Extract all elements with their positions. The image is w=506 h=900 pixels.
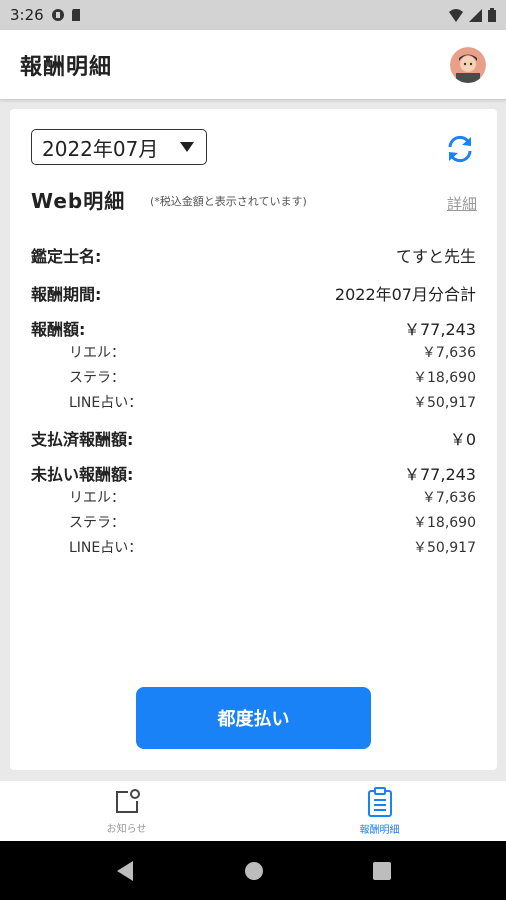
nav-label-notifications: お知らせ [106,823,147,835]
unpaid-label: 未払い報酬額: [31,465,134,484]
paid-row: 支払済報酬額: ￥0 [31,426,476,450]
period-label: 報酬期間: [31,285,102,304]
battery-icon [488,8,496,22]
period-row: 報酬期間: 2022年07月分合計 [31,281,476,305]
wifi-icon [449,8,463,22]
status-time: 3:26 [10,6,44,24]
system-nav-bar [0,841,506,900]
paid-label: 支払済報酬額: [31,430,134,449]
reward-item-label: リエル： [69,345,125,361]
unpaid-item-label: ステラ： [69,515,125,531]
back-icon[interactable] [115,860,135,882]
reward-row: 報酬額: ￥77,243 [31,316,476,340]
reward-item-value: ￥50,917 [413,395,476,411]
unpaid-item-label: LINE占い： [69,540,143,556]
month-select[interactable]: 2022年07月 [31,129,207,165]
vpn-status-icon [51,9,64,21]
reward-value: ￥77,243 [404,320,476,339]
reward-item-row: LINE占い： ￥50,917 [31,392,476,412]
reward-item-value: ￥18,690 [413,370,476,386]
unpaid-item-row: リエル： ￥7,636 [31,487,476,507]
avatar-icon [450,46,486,83]
signal-icon [469,8,482,22]
unpaid-item-row: ステラ： ￥18,690 [31,512,476,532]
nav-item-statement[interactable]: 報酬明細 [253,781,506,841]
reward-item-label: LINE占い： [69,395,143,411]
reward-item-label: ステラ： [69,370,125,386]
avatar[interactable] [450,46,486,83]
reward-item-row: リエル： ￥7,636 [31,342,476,362]
sd-card-icon [71,9,80,21]
period-value: 2022年07月分合計 [334,285,476,304]
appraiser-label: 鑑定士名: [31,247,102,266]
nav-item-notifications[interactable]: お知らせ [0,781,253,841]
month-select-value: 2022年07月 [42,136,159,161]
recents-icon[interactable] [373,861,392,880]
reward-label: 報酬額: [31,320,86,339]
web-statement-title: Web明細 [31,189,126,213]
home-icon[interactable] [244,861,264,881]
unpaid-item-value: ￥7,636 [421,490,476,506]
refresh-icon[interactable] [444,133,476,165]
unpaid-row: 未払い報酬額: ￥77,243 [31,461,476,485]
status-bar: 3:26 [0,0,506,30]
appraiser-row: 鑑定士名: てすと先生 [31,243,476,267]
unpaid-item-row: LINE占い： ￥50,917 [31,537,476,557]
detail-link[interactable]: 詳細 [447,193,477,214]
tax-note: (*税込金額と表示されています) [150,195,307,208]
notification-icon [115,788,140,813]
reward-item-value: ￥7,636 [421,345,476,361]
unpaid-item-label: リエル： [69,490,125,506]
app-bar: 報酬明細 [0,30,506,100]
statement-card: 2022年07月 Web明細 (*税込金額と表示されています) 詳細 鑑定士名:… [10,109,497,770]
status-indicators [449,8,496,22]
nav-label-statement: 報酬明細 [359,824,400,836]
clipboard-icon [367,786,392,817]
bottom-nav: お知らせ 報酬明細 [0,781,506,841]
unpaid-item-value: ￥18,690 [413,515,476,531]
appraiser-value: てすと先生 [395,247,476,266]
pay-now-button[interactable]: 都度払い [136,687,371,749]
page-title: 報酬明細 [20,54,113,80]
paid-value: ￥0 [449,430,476,449]
unpaid-item-value: ￥50,917 [413,540,476,556]
dropdown-caret-icon [180,142,194,152]
reward-item-row: ステラ： ￥18,690 [31,367,476,387]
unpaid-value: ￥77,243 [404,465,476,484]
